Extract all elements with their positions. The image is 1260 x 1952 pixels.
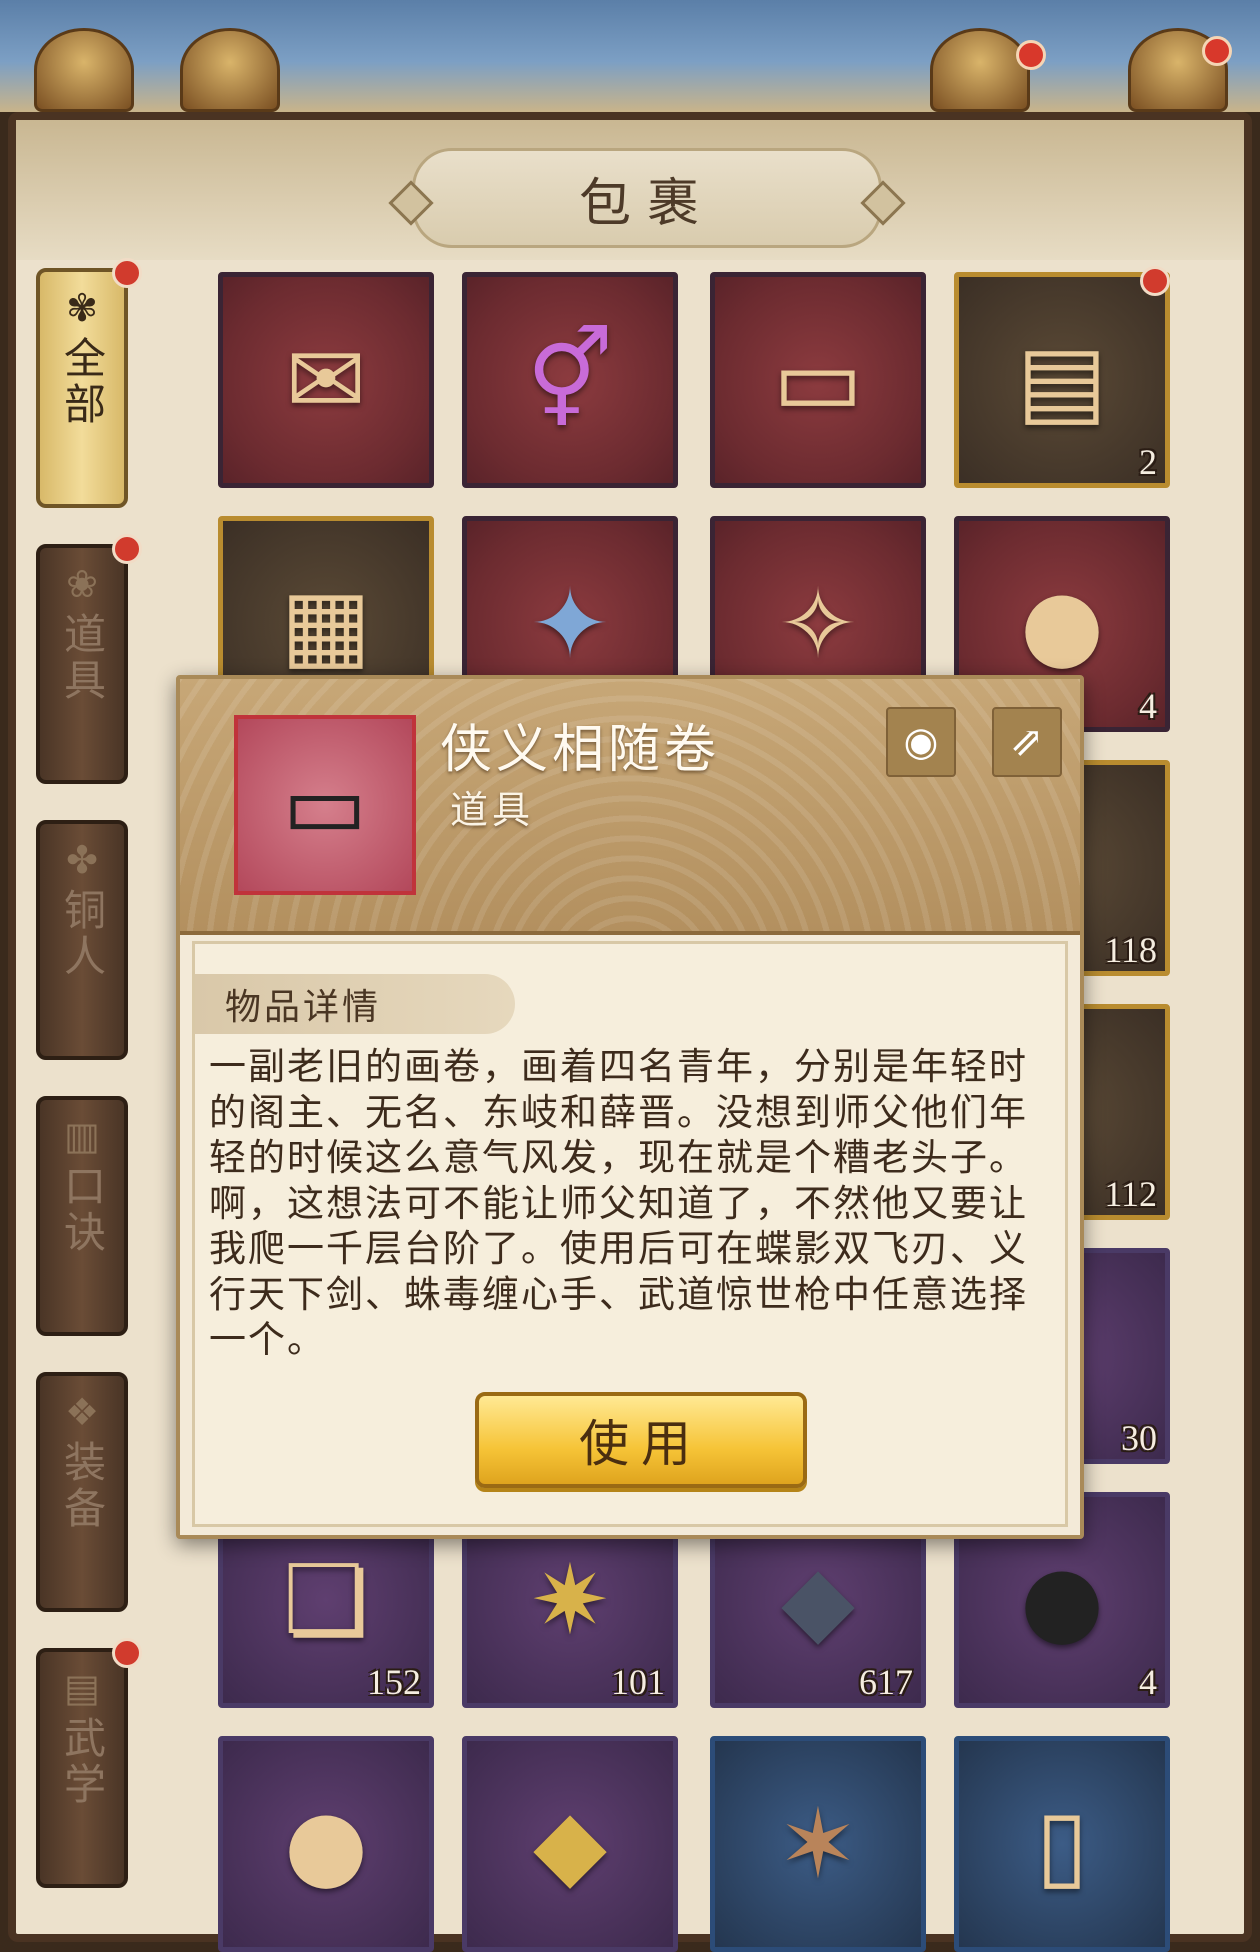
item-count: 112 (1104, 1174, 1157, 1214)
palace-icon[interactable] (34, 28, 134, 112)
crystal-icon: ✷ (529, 1544, 611, 1656)
item-slot[interactable]: ▭ (710, 272, 926, 488)
scroll-painting-icon: ▭ (772, 324, 864, 436)
scroll-painting-icon: ▭ (234, 715, 416, 895)
challenge-scroll-icon: ❏ (282, 1544, 370, 1656)
gender-orb-icon: ⚥ (526, 324, 614, 436)
tab-label: 口诀 (57, 1164, 107, 1256)
tab-all[interactable]: ✾ 全部 (36, 268, 128, 508)
share-icon: ⇗ (1010, 719, 1044, 765)
use-button[interactable]: 使用 (475, 1392, 807, 1488)
preview-button[interactable]: ◉ (886, 707, 956, 777)
section-label: 物品详情 (195, 974, 515, 1034)
badge-dot (1140, 266, 1170, 296)
item-slot[interactable]: ▤ 2 (954, 272, 1170, 488)
scroll-icon: ▯ (1035, 1788, 1089, 1900)
item-count: 4 (1139, 1662, 1157, 1702)
page-title: 包裹 (578, 173, 715, 234)
top-banner (0, 0, 1260, 112)
eye-icon: ◉ (903, 719, 939, 765)
item-slot[interactable]: ✉ (218, 272, 434, 488)
badge-dot (112, 258, 142, 288)
tab-label: 武学 (57, 1716, 107, 1808)
book-icon: ▤ (1016, 324, 1108, 436)
badge-dot (112, 534, 142, 564)
item-count: 4 (1139, 686, 1157, 726)
tab-label: 道具 (57, 612, 107, 704)
item-count: 152 (367, 1662, 421, 1702)
chest-icon: ▦ (280, 568, 372, 680)
popup-body: 物品详情 一副老旧的画卷，画着四名青年，分别是年轻时的阁主、无名、东岐和薛晋。没… (192, 941, 1068, 1527)
stone-icon: ● (1020, 568, 1104, 680)
item-count: 101 (611, 1662, 665, 1702)
notification-dot (1202, 36, 1232, 66)
tab-label: 铜人 (57, 888, 107, 980)
badge-dot (112, 1638, 142, 1668)
item-description: 一副老旧的画卷，画着四名青年，分别是年轻时的阁主、无名、东岐和薛晋。没想到师父他… (209, 1045, 1028, 1361)
item-slot[interactable]: ● (218, 1736, 434, 1952)
token-icon: ✧ (777, 568, 859, 680)
characters-icon[interactable] (930, 28, 1030, 112)
item-type: 道具 (450, 788, 535, 832)
item-count: 118 (1104, 930, 1157, 970)
tab-martial-arts[interactable]: ▤ 武学 (36, 1648, 128, 1888)
title-plaque: 包裹 (412, 148, 882, 248)
tab-props[interactable]: ❀ 道具 (36, 544, 128, 784)
red-envelope-icon: ✉ (285, 324, 367, 436)
pouch-icon: ❀ (66, 562, 98, 606)
bag-screen: 包裹 ✾ 全部 ❀ 道具 ✤ 铜人 ▥ 口诀 ❖ 装备 ▤ 武学 ✉ ⚥ ▭ ▤ (0, 0, 1260, 1952)
item-slot[interactable]: ▯ (954, 1736, 1170, 1952)
item-slot[interactable]: ⚥ (462, 272, 678, 488)
notification-dot (1016, 40, 1046, 70)
book-icon: ▤ (64, 1666, 100, 1710)
item-slot[interactable]: ✶ (710, 1736, 926, 1952)
fan-icon: ✾ (66, 286, 98, 330)
bronze-figure-icon: ✤ (66, 838, 98, 882)
needles-icon: ✶ (777, 1788, 859, 1900)
tab-equipment[interactable]: ❖ 装备 (36, 1372, 128, 1612)
armor-icon: ❖ (64, 1390, 100, 1434)
scroll-icon: ▥ (64, 1114, 100, 1158)
tab-bronze[interactable]: ✤ 铜人 (36, 820, 128, 1060)
hairpin-icon: ✦ (529, 568, 611, 680)
item-count: 617 (859, 1662, 913, 1702)
popup-header: ▭ 侠义相随卷 道具 ◉ ⇗ (180, 679, 1080, 935)
black-egg-icon: ● (1020, 1544, 1104, 1656)
share-button[interactable]: ⇗ (992, 707, 1062, 777)
stone-icon: ● (284, 1788, 368, 1900)
tab-label: 全部 (57, 336, 107, 428)
item-count: 30 (1121, 1418, 1157, 1458)
item-count: 2 (1139, 442, 1157, 482)
tab-label: 装备 (57, 1440, 107, 1532)
battle-icon[interactable] (180, 28, 280, 112)
ore-icon: ◆ (781, 1544, 855, 1656)
tab-formula[interactable]: ▥ 口诀 (36, 1096, 128, 1336)
item-name: 侠义相随卷 (440, 720, 721, 780)
gold-ore-icon: ◆ (533, 1788, 607, 1900)
item-slot[interactable]: ◆ (462, 1736, 678, 1952)
bag-header: 包裹 (16, 120, 1244, 260)
item-detail-popup: ▭ 侠义相随卷 道具 ◉ ⇗ 物品详情 一副老旧的画卷，画着四名青年，分别是年轻… (176, 675, 1084, 1539)
